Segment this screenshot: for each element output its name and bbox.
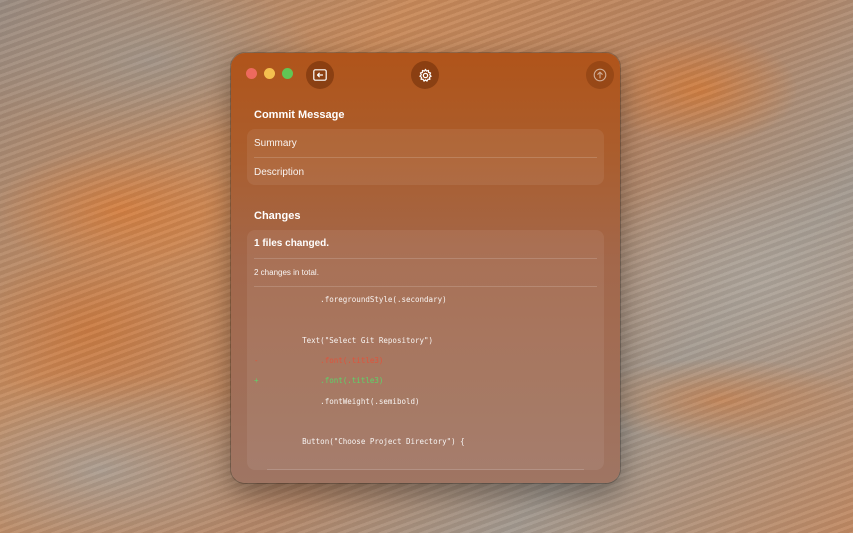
description-input[interactable]: [254, 158, 597, 186]
app-window: Commit Message Changes 1 files changed. …: [231, 53, 620, 483]
gear-icon: [418, 68, 432, 82]
diff-top-divider: [254, 286, 597, 287]
zoom-window-button[interactable]: [282, 68, 293, 79]
diff-line-context: Text("Select Git Repository"): [266, 335, 434, 345]
diff-line-context: Button("Choose Project Directory") {: [266, 437, 465, 447]
push-button[interactable]: [586, 61, 614, 89]
minimize-window-button[interactable]: [264, 68, 275, 79]
changes-card: [247, 230, 604, 470]
diff-line-context: .foregroundStyle(.secondary): [266, 295, 447, 304]
close-window-button[interactable]: [246, 68, 257, 79]
diff-marker-added: +: [254, 376, 259, 386]
changes-heading: Changes: [254, 210, 301, 222]
diff-line-added: .font(.title3): [266, 376, 384, 386]
files-changed-label: 1 files changed.: [254, 238, 330, 249]
total-changes-label: 2 changes in total.: [254, 268, 319, 277]
folder-arrow-icon: [313, 69, 327, 81]
summary-input[interactable]: [254, 129, 597, 157]
open-repository-button[interactable]: [306, 61, 334, 89]
diff-marker-removed: -: [254, 355, 259, 365]
arrow-up-circle-icon: [593, 68, 607, 82]
changes-divider: [254, 258, 597, 259]
settings-button[interactable]: [411, 61, 439, 89]
commit-message-heading: Commit Message: [254, 109, 345, 121]
diff-bottom-divider: [267, 469, 584, 470]
title-bar: [231, 53, 620, 95]
diff-line-removed: .font(.title3): [266, 355, 384, 365]
diff-line-context: .fontWeight(.semibold): [266, 396, 420, 406]
